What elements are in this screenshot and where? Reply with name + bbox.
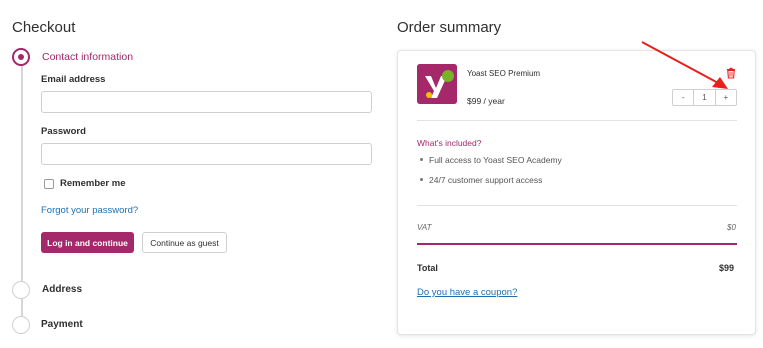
forgot-password-link[interactable]: Forgot your password? [41,205,138,216]
quantity-increase-button[interactable]: + [716,90,736,105]
email-label: Email address [41,74,106,85]
email-field[interactable] [41,91,372,113]
quantity-stepper: - 1 + [672,89,737,106]
step-contact-label: Contact information [42,51,134,63]
checkout-title: Checkout [12,19,76,36]
vat-value: $0 [727,223,736,232]
product-name: Yoast SEO Premium [467,69,541,78]
divider [417,205,737,206]
trash-icon[interactable] [725,66,737,79]
quantity-value[interactable]: 1 [693,90,716,105]
bullet-icon [420,178,423,181]
order-summary-title: Order summary [397,19,502,36]
coupon-link[interactable]: Do you have a coupon? [417,287,517,298]
divider [417,120,737,121]
continue-as-guest-button[interactable]: Continue as guest [142,232,227,253]
remember-me-checkbox[interactable] [44,179,54,189]
step-indicator-address [12,281,30,299]
step-indicator-payment [12,316,30,334]
yoast-logo-icon [417,64,457,104]
included-item: 24/7 customer support access [429,175,543,185]
remember-me-label: Remember me [60,178,126,189]
total-divider [417,243,737,245]
login-continue-button[interactable]: Log in and continue [41,232,134,253]
step-indicator-active [12,48,30,66]
quantity-decrease-button[interactable]: - [673,90,693,105]
included-item: Full access to Yoast SEO Academy [429,155,562,165]
password-label: Password [41,126,86,137]
whats-included-title: What's included? [417,138,482,148]
bullet-icon [420,158,423,161]
total-label: Total [417,263,438,273]
password-field[interactable] [41,143,372,165]
step-connector-line [21,66,23,286]
step-payment-label: Payment [41,319,83,330]
step-address-label: Address [42,284,83,295]
total-value: $99 [719,263,735,273]
vat-label: VAT [417,223,432,232]
product-price: $99 / year [467,96,505,106]
